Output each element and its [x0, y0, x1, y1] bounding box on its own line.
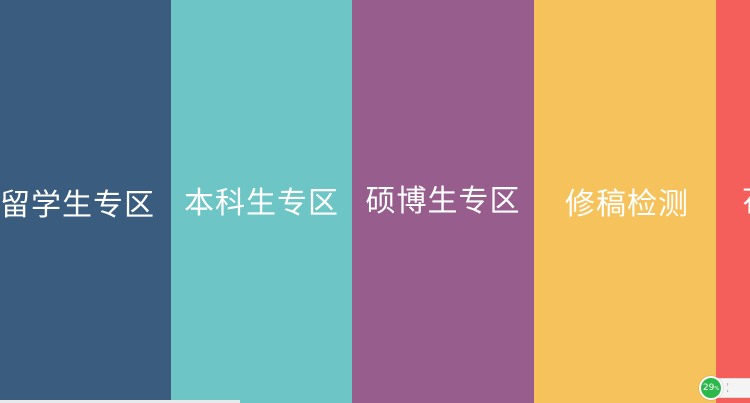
- panel-label: 留学生专区: [0, 187, 155, 223]
- panel-revision-check[interactable]: 修稿检测: [534, 0, 716, 403]
- download-speed: ↓: [726, 388, 730, 394]
- panel-label: 花: [742, 186, 750, 217]
- category-panels: 留学生专区 本科生专区 硕博生专区 修稿检测 花 ↑ ↓ 29%: [0, 0, 750, 403]
- panel-graduate-students[interactable]: 硕博生专区: [352, 0, 534, 403]
- cpu-usage-unit: %: [714, 386, 720, 392]
- panel-label: 修稿检测: [565, 186, 689, 222]
- panel-international-students[interactable]: 留学生专区: [0, 0, 171, 403]
- panel-label: 本科生专区: [184, 185, 339, 221]
- network-monitor-widget[interactable]: ↑ ↓ 29%: [699, 376, 750, 400]
- panel-partial[interactable]: 花: [716, 0, 750, 403]
- panel-undergraduates[interactable]: 本科生专区: [171, 0, 352, 403]
- panel-label: 硕博生专区: [365, 183, 521, 219]
- cpu-usage-badge[interactable]: 29%: [699, 376, 723, 400]
- cpu-usage-value: 29: [702, 383, 715, 393]
